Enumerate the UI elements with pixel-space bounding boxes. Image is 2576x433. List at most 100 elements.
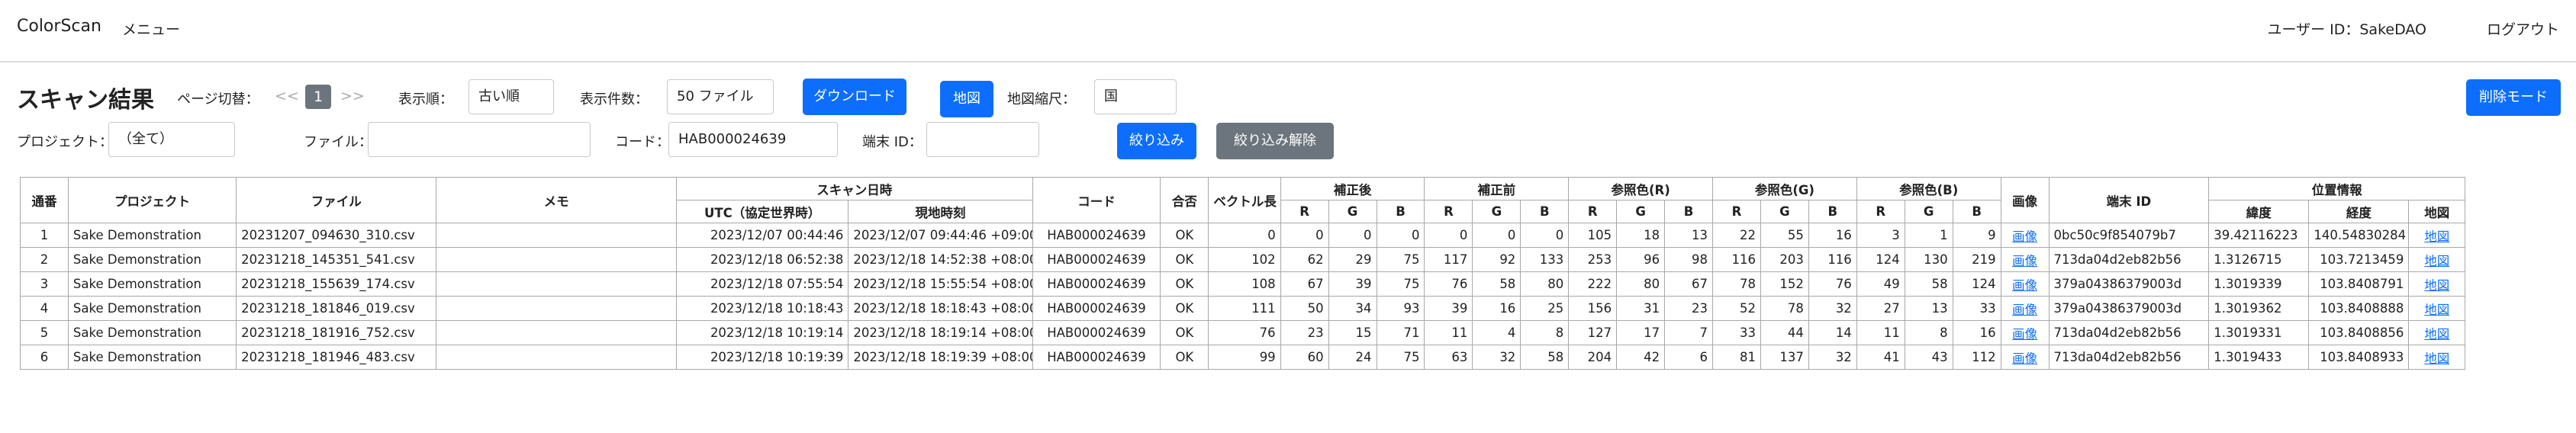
map-button[interactable]: 地図: [940, 81, 993, 117]
cell-utc: 2023/12/18 10:19:14: [675, 320, 849, 345]
cell-bef-2: 133: [1520, 247, 1570, 272]
cell-image: 画像: [2000, 271, 2050, 297]
file-input[interactable]: [368, 122, 591, 157]
cell-local: 2023/12/18 18:19:39 +08:00: [848, 345, 1033, 370]
cell-rb-0: 41: [1856, 345, 1905, 370]
cell-project: Sake Demonstration: [67, 320, 237, 345]
col-bef-b: B: [1520, 200, 1570, 223]
map-link[interactable]: 地図: [2424, 351, 2449, 366]
cell-rg-0: 33: [1712, 320, 1761, 345]
cell-local: 2023/12/18 14:52:38 +08:00: [848, 247, 1033, 272]
cell-pass: OK: [1160, 223, 1209, 248]
cell-code: HAB000024639: [1032, 247, 1161, 272]
cell-rg-1: 78: [1760, 296, 1809, 321]
cell-rb-0: 27: [1856, 296, 1905, 321]
cell-bef-1: 0: [1472, 223, 1521, 248]
col-rb-g: G: [1904, 200, 1953, 223]
image-link[interactable]: 画像: [2012, 278, 2037, 293]
col-pass: 合否: [1160, 177, 1209, 223]
cell-utc: 2023/12/18 10:18:43: [675, 296, 849, 321]
cell-rb-2: 112: [1952, 345, 2001, 370]
order-select[interactable]: 古い順: [469, 79, 554, 114]
cell-pass: OK: [1160, 296, 1209, 321]
col-rr-r: R: [1568, 200, 1618, 223]
image-link[interactable]: 画像: [2012, 254, 2037, 268]
cell-code: HAB000024639: [1032, 271, 1161, 297]
download-button[interactable]: ダウンロード: [803, 79, 906, 115]
menu-link[interactable]: メニュー: [122, 18, 180, 39]
page-next[interactable]: >>: [340, 88, 365, 104]
cell-rr-0: 253: [1568, 247, 1618, 272]
cell-no: 5: [20, 320, 69, 345]
col-rg-g: G: [1760, 200, 1809, 223]
cell-rr-0: 127: [1568, 320, 1618, 345]
cell-rr-1: 80: [1616, 271, 1666, 297]
project-label: プロジェクト：: [17, 134, 113, 150]
count-select[interactable]: 50 ファイル: [667, 79, 774, 114]
cell-utc: 2023/12/18 06:52:38: [675, 247, 849, 272]
cell-lon: 103.8408888: [2308, 296, 2410, 321]
filter-button[interactable]: 絞り込み: [1117, 123, 1196, 159]
clear-filter-button[interactable]: 絞り込み解除: [1216, 123, 1334, 159]
cell-lon: 103.8408856: [2308, 320, 2410, 345]
cell-rg-2: 32: [1808, 296, 1857, 321]
map-link[interactable]: 地図: [2424, 278, 2449, 293]
cell-file: 20231207_094630_310.csv: [236, 223, 437, 248]
page-current[interactable]: 1: [305, 85, 331, 109]
cell-rg-2: 32: [1808, 345, 1857, 370]
cell-cor-1: 24: [1328, 345, 1377, 370]
map-scale-select[interactable]: 国: [1094, 79, 1177, 114]
col-local: 現地時刻: [848, 200, 1033, 223]
cell-utc: 2023/12/07 00:44:46: [675, 223, 849, 248]
cell-rg-1: 55: [1760, 223, 1809, 248]
cell-rg-2: 76: [1808, 271, 1857, 297]
results-table: 通番 プロジェクト ファイル メモ スキャン日時 コード 合否 ベクトル長 補正…: [20, 177, 2465, 370]
cell-memo: [436, 247, 677, 272]
image-link[interactable]: 画像: [2012, 303, 2037, 317]
cell-map: 地図: [2408, 296, 2465, 321]
col-project: プロジェクト: [67, 177, 237, 223]
cell-rg-1: 44: [1760, 320, 1809, 345]
cell-rr-2: 98: [1664, 247, 1714, 272]
cell-rb-2: 33: [1952, 296, 2001, 321]
cell-vector: 76: [1208, 320, 1281, 345]
cell-rb-1: 13: [1904, 296, 1953, 321]
delete-mode-button[interactable]: 削除モード: [2466, 79, 2561, 116]
cell-bef-0: 63: [1424, 345, 1473, 370]
col-cor-r: R: [1280, 200, 1329, 223]
col-rb-r: R: [1856, 200, 1905, 223]
project-select[interactable]: （全て）: [108, 122, 235, 157]
cell-image: 画像: [2000, 296, 2050, 321]
image-link[interactable]: 画像: [2012, 327, 2037, 342]
cell-cor-2: 71: [1376, 320, 1425, 345]
cell-project: Sake Demonstration: [67, 223, 237, 248]
cell-lon: 103.7213459: [2308, 247, 2410, 272]
image-link[interactable]: 画像: [2012, 351, 2037, 366]
cell-bef-0: 117: [1424, 247, 1473, 272]
brand[interactable]: ColorScan: [17, 17, 101, 36]
cell-no: 3: [20, 271, 69, 297]
page-title: スキャン結果: [17, 87, 154, 114]
map-link[interactable]: 地図: [2424, 303, 2449, 317]
cell-rb-2: 16: [1952, 320, 2001, 345]
logout-link[interactable]: ログアウト: [2487, 18, 2559, 39]
code-input[interactable]: HAB000024639: [668, 122, 838, 157]
terminal-label: 端末 ID：: [862, 134, 923, 150]
terminal-input[interactable]: [926, 122, 1039, 157]
col-memo: メモ: [436, 177, 677, 223]
col-rr-g: G: [1616, 200, 1666, 223]
cell-bef-1: 32: [1472, 345, 1521, 370]
image-link[interactable]: 画像: [2012, 229, 2037, 244]
map-link[interactable]: 地図: [2424, 254, 2449, 268]
map-link[interactable]: 地図: [2424, 229, 2449, 244]
table-row: 2 Sake Demonstration 20231218_145351_541.c…: [20, 247, 2465, 272]
map-link[interactable]: 地図: [2424, 327, 2449, 342]
cell-code: HAB000024639: [1032, 320, 1161, 345]
cell-project: Sake Demonstration: [67, 271, 237, 297]
cell-rr-2: 23: [1664, 296, 1714, 321]
cell-local: 2023/12/18 18:18:43 +08:00: [848, 296, 1033, 321]
cell-cor-1: 39: [1328, 271, 1377, 297]
cell-utc: 2023/12/18 07:55:54: [675, 271, 849, 297]
col-lon: 経度: [2308, 200, 2410, 223]
page-prev[interactable]: <<: [275, 88, 299, 104]
